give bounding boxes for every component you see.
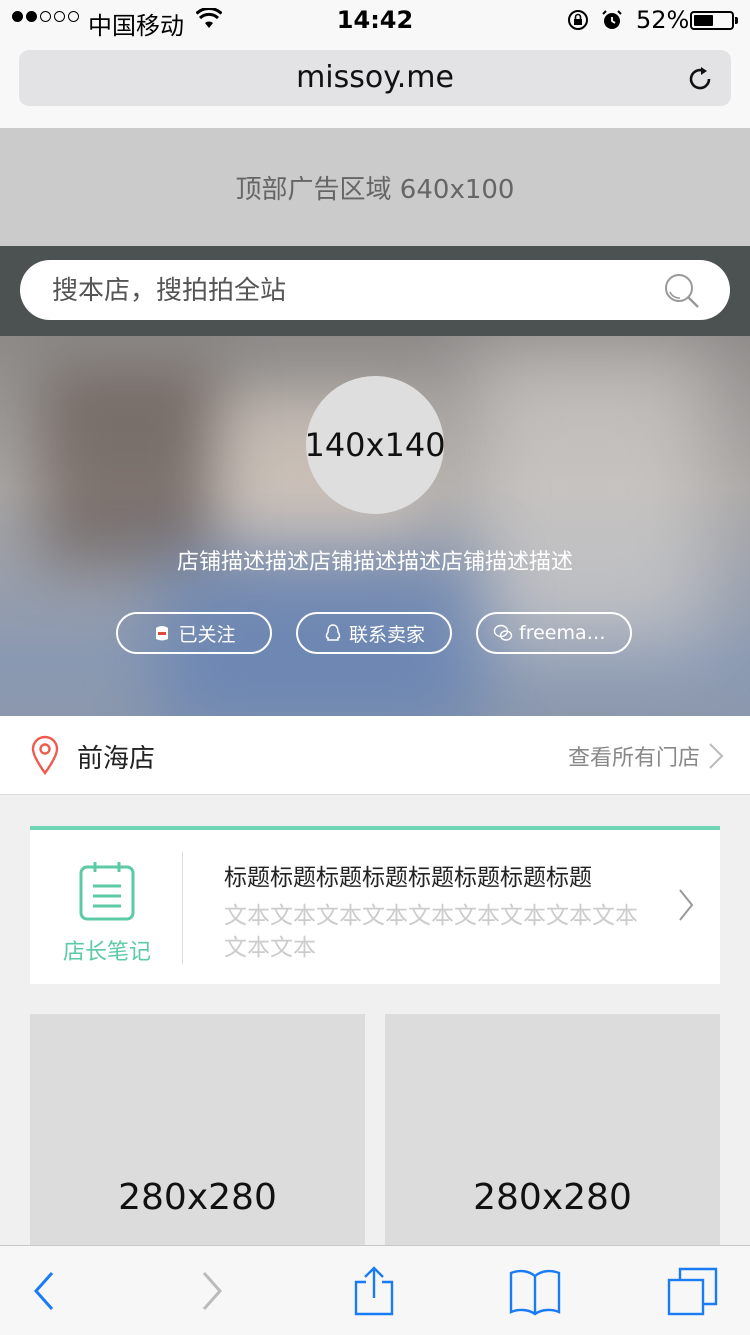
location-pin-icon [31, 735, 59, 775]
address-bar[interactable]: missoy.me [19, 50, 731, 106]
chevron-right-icon [709, 743, 724, 769]
search-input[interactable] [50, 260, 634, 322]
shop-avatar[interactable]: 140x140 [304, 376, 446, 514]
chevron-right-icon [679, 889, 694, 921]
browser-address-area: missoy.me [0, 40, 750, 129]
search-section [0, 246, 750, 336]
bookmarks-icon[interactable] [508, 1266, 562, 1316]
ad-placeholder-label: 顶部广告区域 640x100 [235, 175, 515, 205]
search-box[interactable] [20, 260, 730, 322]
wechat-button[interactable]: freemanf... [476, 612, 632, 654]
status-bar: 中国移动 14:42 52% [0, 0, 750, 40]
divider [182, 852, 183, 964]
shop-description: 店铺描述描述店铺描述描述店铺描述描述 [176, 550, 573, 575]
avatar-placeholder-label: 140x140 [304, 426, 446, 464]
product-card[interactable]: 280x280 [30, 1014, 365, 1254]
contact-label: 联系卖家 [348, 623, 425, 646]
store-location-row[interactable]: 前海店 查看所有门店 [0, 716, 750, 795]
follow-button[interactable]: 已关注 [116, 612, 272, 654]
wechat-icon [493, 624, 513, 641]
wechat-id: freemanf... [519, 622, 615, 644]
product-card[interactable]: 280x280 [385, 1014, 720, 1254]
store-name: 前海店 [77, 744, 156, 774]
battery-icon [690, 11, 738, 30]
view-all-stores-link[interactable]: 查看所有门店 [568, 740, 700, 772]
follow-label: 已关注 [178, 623, 236, 646]
alarm-icon [602, 10, 622, 29]
browser-toolbar [0, 1245, 750, 1335]
share-icon[interactable] [352, 1266, 396, 1316]
notes-label: 店长笔记 [62, 940, 151, 965]
back-icon[interactable] [28, 1266, 58, 1316]
top-ad-banner[interactable]: 顶部广告区域 640x100 [0, 129, 750, 246]
notepad-icon [79, 862, 135, 921]
shop-header: 140x140 店铺描述描述店铺描述描述店铺描述描述 已关注 联系卖家 free… [0, 336, 750, 716]
search-icon[interactable] [662, 272, 702, 310]
reload-icon[interactable] [685, 64, 715, 94]
product-placeholder-label: 280x280 [118, 1177, 277, 1218]
notes-title: 标题标题标题标题标题标题标题标题 [224, 865, 592, 891]
qq-icon [325, 624, 341, 641]
rotation-lock-icon [568, 10, 588, 30]
contact-seller-button[interactable]: 联系卖家 [296, 612, 452, 654]
url-text: missoy.me [296, 60, 454, 95]
tabs-icon[interactable] [666, 1266, 720, 1316]
followed-icon [156, 626, 169, 641]
forward-icon[interactable] [198, 1266, 228, 1316]
manager-notes-card[interactable]: 店长笔记 标题标题标题标题标题标题标题标题 文本文本文本文本文本文本文本文本文本… [30, 826, 720, 984]
notes-text: 文本文本文本文本文本文本文本文本文本文本文本 [224, 903, 638, 961]
product-placeholder-label: 280x280 [473, 1177, 632, 1218]
battery-percent: 52% [636, 6, 690, 34]
